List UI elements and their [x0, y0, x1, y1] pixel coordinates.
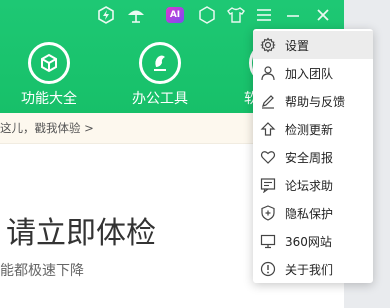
nav-item-features[interactable]: 功能大全	[9, 40, 89, 108]
menu-item-forum-help[interactable]: 论坛求助	[253, 171, 373, 199]
ai-badge-label: AI	[166, 7, 184, 23]
menu-item-check-update[interactable]: 检测更新	[253, 115, 373, 143]
checkup-title: 请立即体检	[6, 216, 156, 251]
upload-icon	[260, 122, 276, 136]
gear-icon	[260, 37, 276, 53]
nav-item-label: 办公工具	[132, 91, 188, 107]
menu-item-label: 帮助与反馈	[285, 95, 346, 109]
minimize-icon[interactable]	[282, 4, 304, 26]
skin-icon[interactable]	[225, 4, 247, 26]
menu-item-label: 隐私保护	[285, 207, 334, 221]
menu-item-label: 360网站	[285, 235, 332, 249]
user-icon	[261, 66, 275, 81]
nav-item-label: 功能大全	[21, 91, 77, 107]
menu-item-privacy[interactable]: 隐私保护	[253, 199, 373, 227]
menu-item-about-us[interactable]: 关于我们	[253, 255, 373, 283]
menu-item-join-team[interactable]: 加入团队	[253, 59, 373, 87]
menu-item-label: 论坛求助	[285, 179, 334, 193]
monitor-icon	[260, 234, 276, 249]
menu-item-label: 安全周报	[285, 151, 334, 165]
chat-icon	[260, 178, 276, 193]
checkup-subtitle: 能都极速下降	[0, 263, 84, 279]
menu-item-security-report[interactable]: 安全周报	[253, 143, 373, 171]
menu-item-label: 设置	[285, 39, 310, 53]
shield-plus-icon	[261, 205, 275, 221]
menu-icon[interactable]	[253, 4, 275, 26]
menu-item-label: 加入团队	[285, 67, 334, 81]
umbrella-icon[interactable]	[125, 4, 147, 26]
cube-icon	[28, 42, 70, 84]
main-menu-dropdown: 设置 加入团队 帮助与反馈 检测更新 安全周报 论坛求助 隐私保护 360网站 …	[253, 29, 373, 283]
nav-item-office[interactable]: 办公工具	[120, 40, 200, 108]
notice-text[interactable]: 这儿，戳我体验 >	[0, 120, 94, 136]
heart-icon	[260, 151, 276, 164]
info-icon	[260, 261, 276, 277]
menu-item-360-website[interactable]: 360网站	[253, 227, 373, 255]
gem-icon[interactable]	[196, 4, 218, 26]
menu-item-label: 检测更新	[285, 123, 334, 137]
menu-item-settings[interactable]: 设置	[253, 31, 373, 59]
office-icon	[139, 42, 181, 84]
ai-icon[interactable]: AI	[164, 4, 186, 26]
power-boost-icon[interactable]	[95, 4, 117, 26]
menu-item-help-feedback[interactable]: 帮助与反馈	[253, 87, 373, 115]
close-icon[interactable]	[312, 4, 334, 26]
menu-item-label: 关于我们	[285, 263, 334, 277]
pen-icon	[262, 95, 274, 109]
